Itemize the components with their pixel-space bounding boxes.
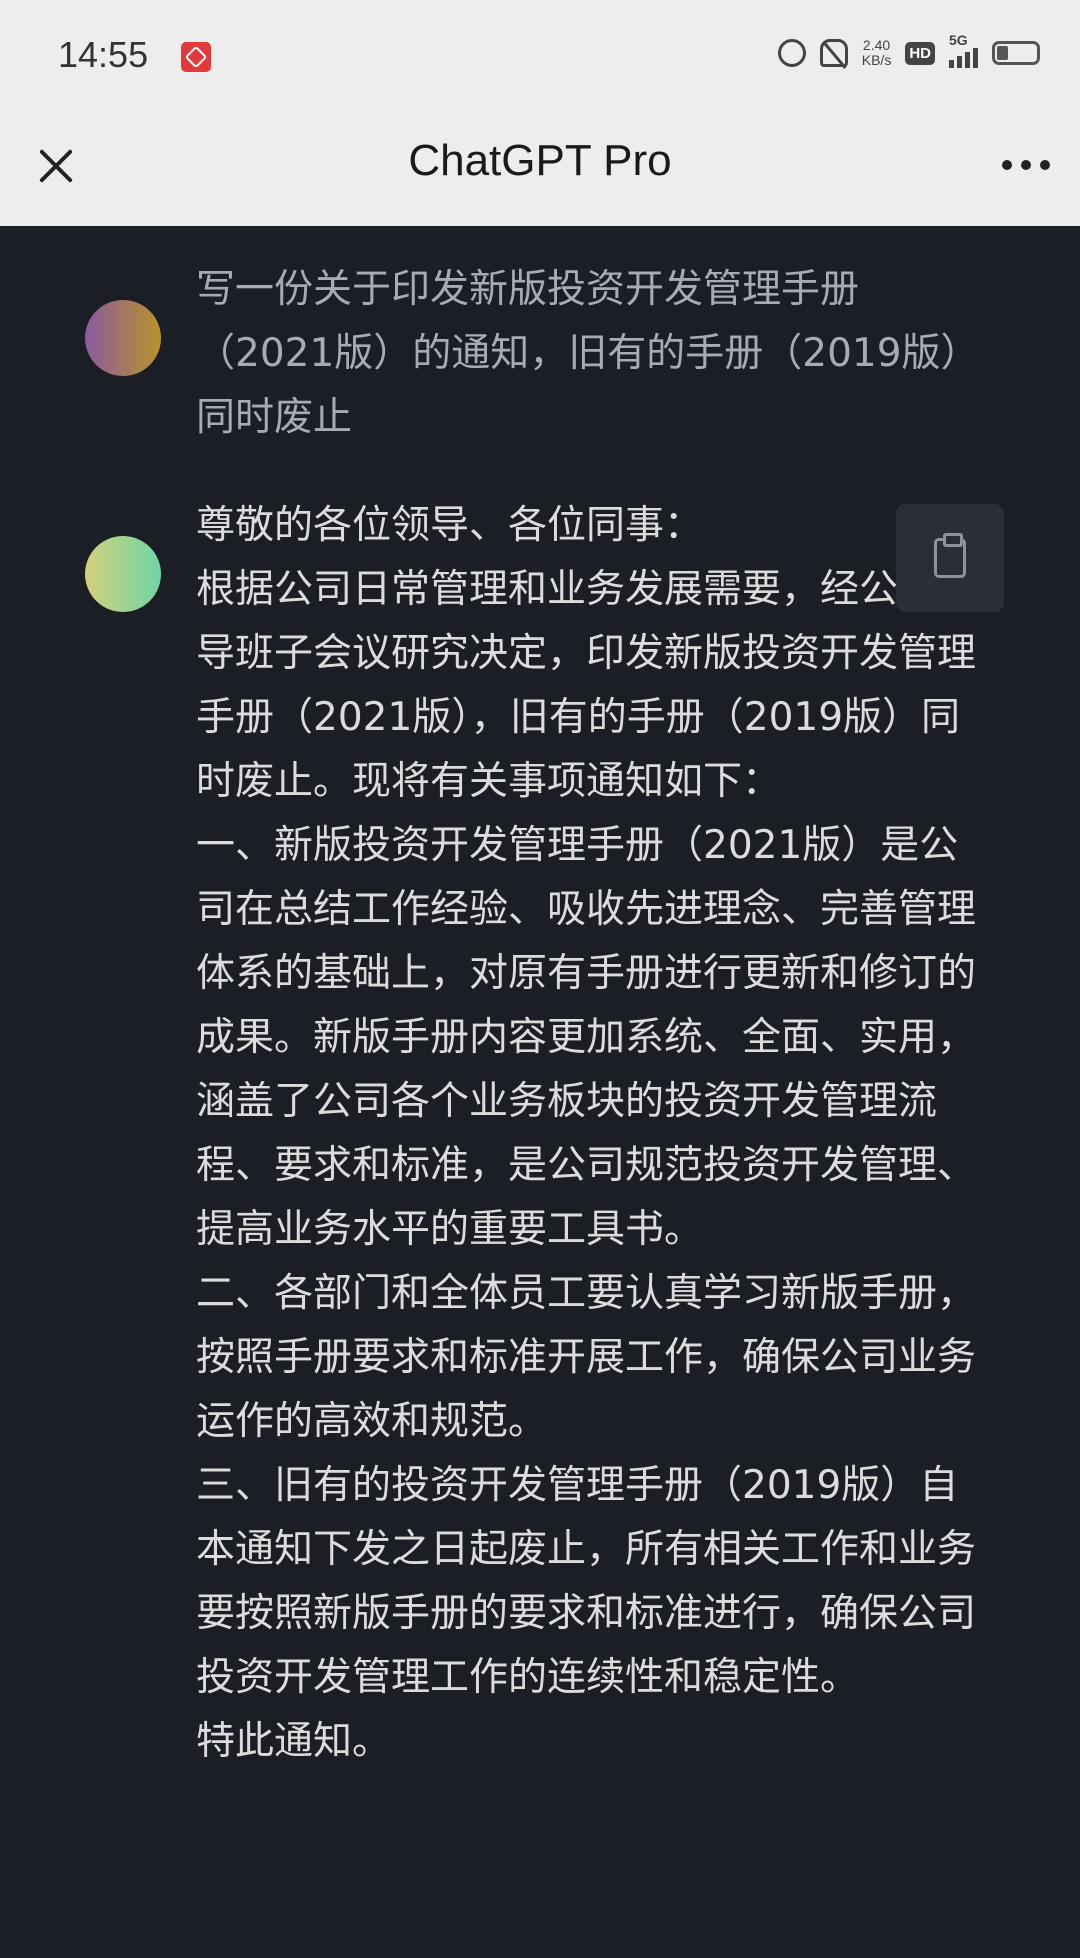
alarm-icon bbox=[777, 39, 806, 67]
bot-paragraph: 一、新版投资开发管理手册（2021版）是公司在总结工作经验、吸收先进理念、完善管… bbox=[196, 823, 977, 1252]
battery-icon bbox=[992, 41, 1040, 65]
user-avatar bbox=[85, 300, 161, 376]
bot-paragraph: 三、旧有的投资开发管理手册（2019版）自本通知下发之日起废止，所有相关工作和业… bbox=[196, 1463, 977, 1700]
bot-paragraph: 特此通知。 bbox=[196, 1719, 392, 1764]
bot-paragraph: 二、各部门和全体员工要认真学习新版手册，按照手册要求和标准开展工作，确保公司业务… bbox=[196, 1271, 977, 1444]
copy-button[interactable] bbox=[896, 504, 1004, 612]
hd-icon: HD bbox=[905, 41, 935, 65]
clipboard-icon bbox=[934, 533, 966, 578]
bot-message: 尊敬的各位领导、各位同事： 根据公司日常管理和业务发展需要，经公司领导班子会议研… bbox=[196, 494, 996, 1774]
status-time: 14:55 bbox=[58, 34, 149, 75]
mute-icon bbox=[819, 39, 848, 67]
bot-avatar bbox=[85, 536, 161, 612]
chat-area[interactable]: 写一份关于印发新版投资开发管理手册（2021版）的通知，旧有的手册（2019版）… bbox=[0, 226, 1080, 1958]
page-title: ChatGPT Pro bbox=[408, 136, 672, 185]
app-notification-icon bbox=[181, 42, 211, 72]
signal-label: 5G bbox=[949, 32, 968, 48]
status-icons: 2.40 KB/s HD 5G bbox=[777, 32, 1040, 68]
bot-paragraph: 根据公司日常管理和业务发展需要，经公司领导班子会议研究决定，印发新版投资开发管理… bbox=[196, 567, 977, 804]
more-icon[interactable] bbox=[1002, 160, 1050, 170]
title-bar: ChatGPT Pro bbox=[0, 112, 1080, 226]
user-message: 写一份关于印发新版投资开发管理手册（2021版）的通知，旧有的手册（2019版）… bbox=[196, 267, 980, 440]
status-bar: 14:55 2.40 KB/s HD 5G bbox=[0, 0, 1080, 112]
net-speed: 2.40 KB/s bbox=[862, 38, 892, 68]
signal-icon: 5G bbox=[949, 32, 978, 68]
net-speed-unit: KB/s bbox=[861, 52, 892, 68]
bot-paragraph: 尊敬的各位领导、各位同事： bbox=[196, 503, 704, 548]
net-speed-value: 2.40 bbox=[862, 37, 891, 53]
